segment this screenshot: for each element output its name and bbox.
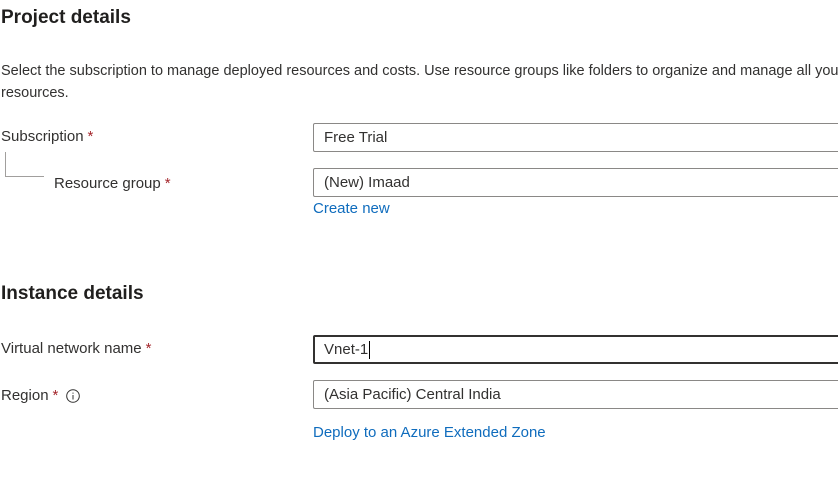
resource-group-label: Resource group *: [54, 175, 171, 192]
resource-group-select[interactable]: (New) Imaad: [313, 168, 838, 197]
deploy-extended-zone-link[interactable]: Deploy to an Azure Extended Zone: [313, 424, 546, 441]
region-label: Region *: [1, 387, 81, 404]
instance-details-heading: Instance details: [1, 283, 144, 304]
hierarchy-connector: [5, 152, 44, 177]
subscription-label: Subscription *: [1, 128, 93, 145]
vnet-name-input[interactable]: Vnet-1: [313, 335, 838, 364]
info-icon[interactable]: [66, 388, 81, 403]
vnet-name-required-mark: *: [145, 340, 152, 357]
subscription-value: Free Trial: [324, 129, 388, 146]
project-details-description: Select the subscription to manage deploy…: [1, 63, 838, 101]
vnet-name-label: Virtual network name *: [1, 340, 151, 357]
vnet-name-label-text: Virtual network name: [1, 340, 142, 357]
subscription-label-text: Subscription: [1, 128, 84, 145]
create-virtual-network-basics: Project details Select the subscription …: [0, 0, 838, 488]
subscription-select[interactable]: Free Trial: [313, 123, 838, 152]
project-details-heading: Project details: [1, 7, 131, 28]
create-new-resource-group-link[interactable]: Create new: [313, 200, 390, 217]
region-required-mark: *: [52, 387, 59, 404]
vnet-name-value: Vnet-1: [324, 341, 369, 358]
resource-group-required-mark: *: [164, 175, 171, 192]
text-caret: [369, 341, 371, 360]
resource-group-value: (New) Imaad: [324, 174, 410, 191]
region-value: (Asia Pacific) Central India: [324, 386, 501, 403]
subscription-required-mark: *: [87, 128, 94, 145]
region-label-text: Region: [1, 387, 49, 404]
resource-group-label-text: Resource group: [54, 175, 161, 192]
region-select[interactable]: (Asia Pacific) Central India: [313, 380, 838, 409]
